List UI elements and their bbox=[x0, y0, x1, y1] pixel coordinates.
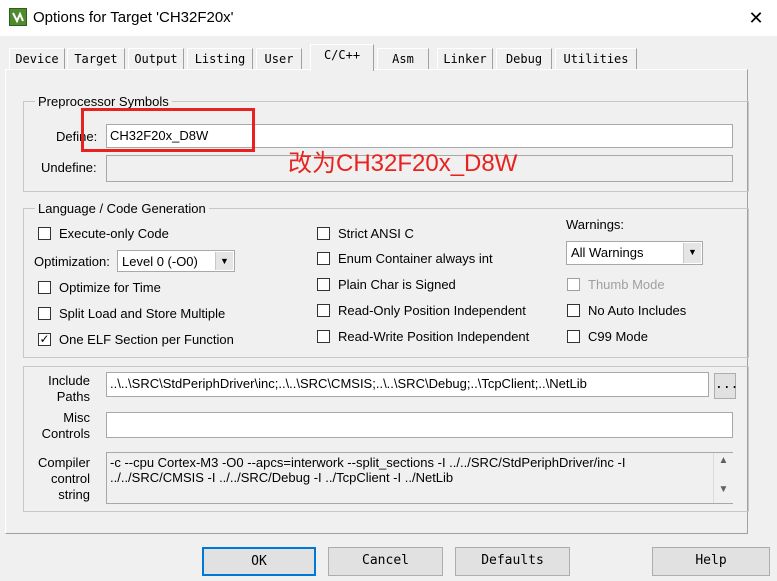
tab-output[interactable]: Output bbox=[128, 48, 184, 69]
compiler-control-line-1: -c --cpu Cortex-M3 -O0 --apcs=interwork … bbox=[110, 455, 626, 470]
cancel-button[interactable]: Cancel bbox=[328, 547, 443, 576]
enum-container-label: Enum Container always int bbox=[338, 251, 493, 266]
optimize-time-checkbox[interactable] bbox=[38, 281, 51, 294]
tab-target[interactable]: Target bbox=[67, 48, 125, 69]
c99-mode-label: C99 Mode bbox=[588, 329, 648, 344]
highlight-box bbox=[81, 108, 255, 152]
include-paths-label-2: Paths bbox=[56, 389, 90, 404]
rw-position-label: Read-Write Position Independent bbox=[338, 329, 530, 344]
compiler-control-textarea[interactable]: -c --cpu Cortex-M3 -O0 --apcs=interwork … bbox=[106, 452, 733, 504]
misc-controls-label-1: Misc bbox=[63, 410, 90, 425]
thumb-mode-label: Thumb Mode bbox=[588, 277, 665, 292]
keil-app-icon bbox=[9, 8, 27, 26]
rw-position-checkbox[interactable] bbox=[317, 330, 330, 343]
optimize-time-label: Optimize for Time bbox=[59, 280, 161, 295]
scroll-down-icon[interactable]: ▼ bbox=[714, 484, 733, 495]
strict-ansi-checkbox[interactable] bbox=[317, 227, 330, 240]
ro-position-checkbox[interactable] bbox=[317, 304, 330, 317]
tab-listing[interactable]: Listing bbox=[187, 48, 253, 69]
scroll-up-icon[interactable]: ▲ bbox=[714, 455, 733, 466]
compiler-control-label-3: string bbox=[58, 487, 90, 502]
warnings-label: Warnings: bbox=[566, 217, 625, 232]
chevron-down-icon: ▼ bbox=[683, 243, 701, 263]
annotation-text: 改为CH32F20x_D8W bbox=[288, 150, 518, 177]
defaults-button[interactable]: Defaults bbox=[455, 547, 570, 576]
warnings-select[interactable]: All Warnings ▼ bbox=[566, 241, 703, 265]
ok-button[interactable]: OK bbox=[202, 547, 316, 576]
preprocessor-group-title: Preprocessor Symbols bbox=[35, 94, 172, 109]
plain-char-checkbox[interactable] bbox=[317, 278, 330, 291]
one-elf-label: One ELF Section per Function bbox=[59, 332, 234, 347]
c99-mode-checkbox[interactable] bbox=[567, 330, 580, 343]
optimization-select[interactable]: Level 0 (-O0) ▼ bbox=[117, 250, 235, 272]
tab-utilities[interactable]: Utilities bbox=[555, 48, 637, 69]
title-bar: Options for Target 'CH32F20x' ✕ bbox=[0, 0, 777, 36]
tab-asm[interactable]: Asm bbox=[377, 48, 429, 69]
warnings-value: All Warnings bbox=[571, 245, 644, 260]
tab-c-cpp[interactable]: C/C++ bbox=[310, 44, 374, 71]
no-auto-includes-checkbox[interactable] bbox=[567, 304, 580, 317]
execute-only-label: Execute-only Code bbox=[59, 226, 169, 241]
enum-container-checkbox[interactable] bbox=[317, 252, 330, 265]
codegen-group-title: Language / Code Generation bbox=[35, 201, 209, 216]
compiler-scrollbar[interactable]: ▲ ▼ bbox=[713, 453, 733, 503]
include-paths-label-1: Include bbox=[48, 373, 90, 388]
browse-include-button[interactable]: ... bbox=[714, 373, 738, 399]
plain-char-label: Plain Char is Signed bbox=[338, 277, 456, 292]
help-button[interactable]: Help bbox=[652, 547, 770, 576]
thumb-mode-checkbox[interactable] bbox=[567, 278, 580, 291]
misc-controls-label-2: Controls bbox=[41, 426, 90, 441]
no-auto-includes-label: No Auto Includes bbox=[588, 303, 687, 318]
split-load-checkbox[interactable] bbox=[38, 307, 51, 320]
window-title: Options for Target 'CH32F20x' bbox=[33, 9, 234, 26]
strict-ansi-label: Strict ANSI C bbox=[338, 226, 414, 241]
split-load-label: Split Load and Store Multiple bbox=[59, 306, 226, 321]
tab-linker[interactable]: Linker bbox=[437, 48, 493, 69]
tab-device[interactable]: Device bbox=[9, 48, 65, 69]
undefine-label: Undefine: bbox=[41, 160, 97, 175]
compiler-control-line-2: ../../SRC/CMSIS -I ../../SRC/Debug -I ..… bbox=[110, 470, 454, 485]
ro-position-label: Read-Only Position Independent bbox=[338, 303, 526, 318]
compiler-control-label-1: Compiler bbox=[37, 455, 90, 470]
tab-debug[interactable]: Debug bbox=[496, 48, 552, 69]
close-icon[interactable]: ✕ bbox=[742, 4, 770, 32]
optimization-label: Optimization: bbox=[34, 254, 110, 269]
one-elf-checkbox[interactable]: ✓ bbox=[38, 333, 51, 346]
misc-controls-input[interactable] bbox=[106, 412, 733, 438]
include-paths-input[interactable]: ..\..\SRC\StdPeriphDriver\inc;..\..\SRC\… bbox=[106, 372, 709, 397]
tab-bar: Device Target Output Listing User C/C++ … bbox=[0, 44, 777, 71]
compiler-control-label-2: control bbox=[50, 471, 90, 486]
optimization-value: Level 0 (-O0) bbox=[122, 254, 198, 269]
tab-user[interactable]: User bbox=[256, 48, 302, 69]
execute-only-checkbox[interactable] bbox=[38, 227, 51, 240]
chevron-down-icon: ▼ bbox=[215, 252, 233, 270]
